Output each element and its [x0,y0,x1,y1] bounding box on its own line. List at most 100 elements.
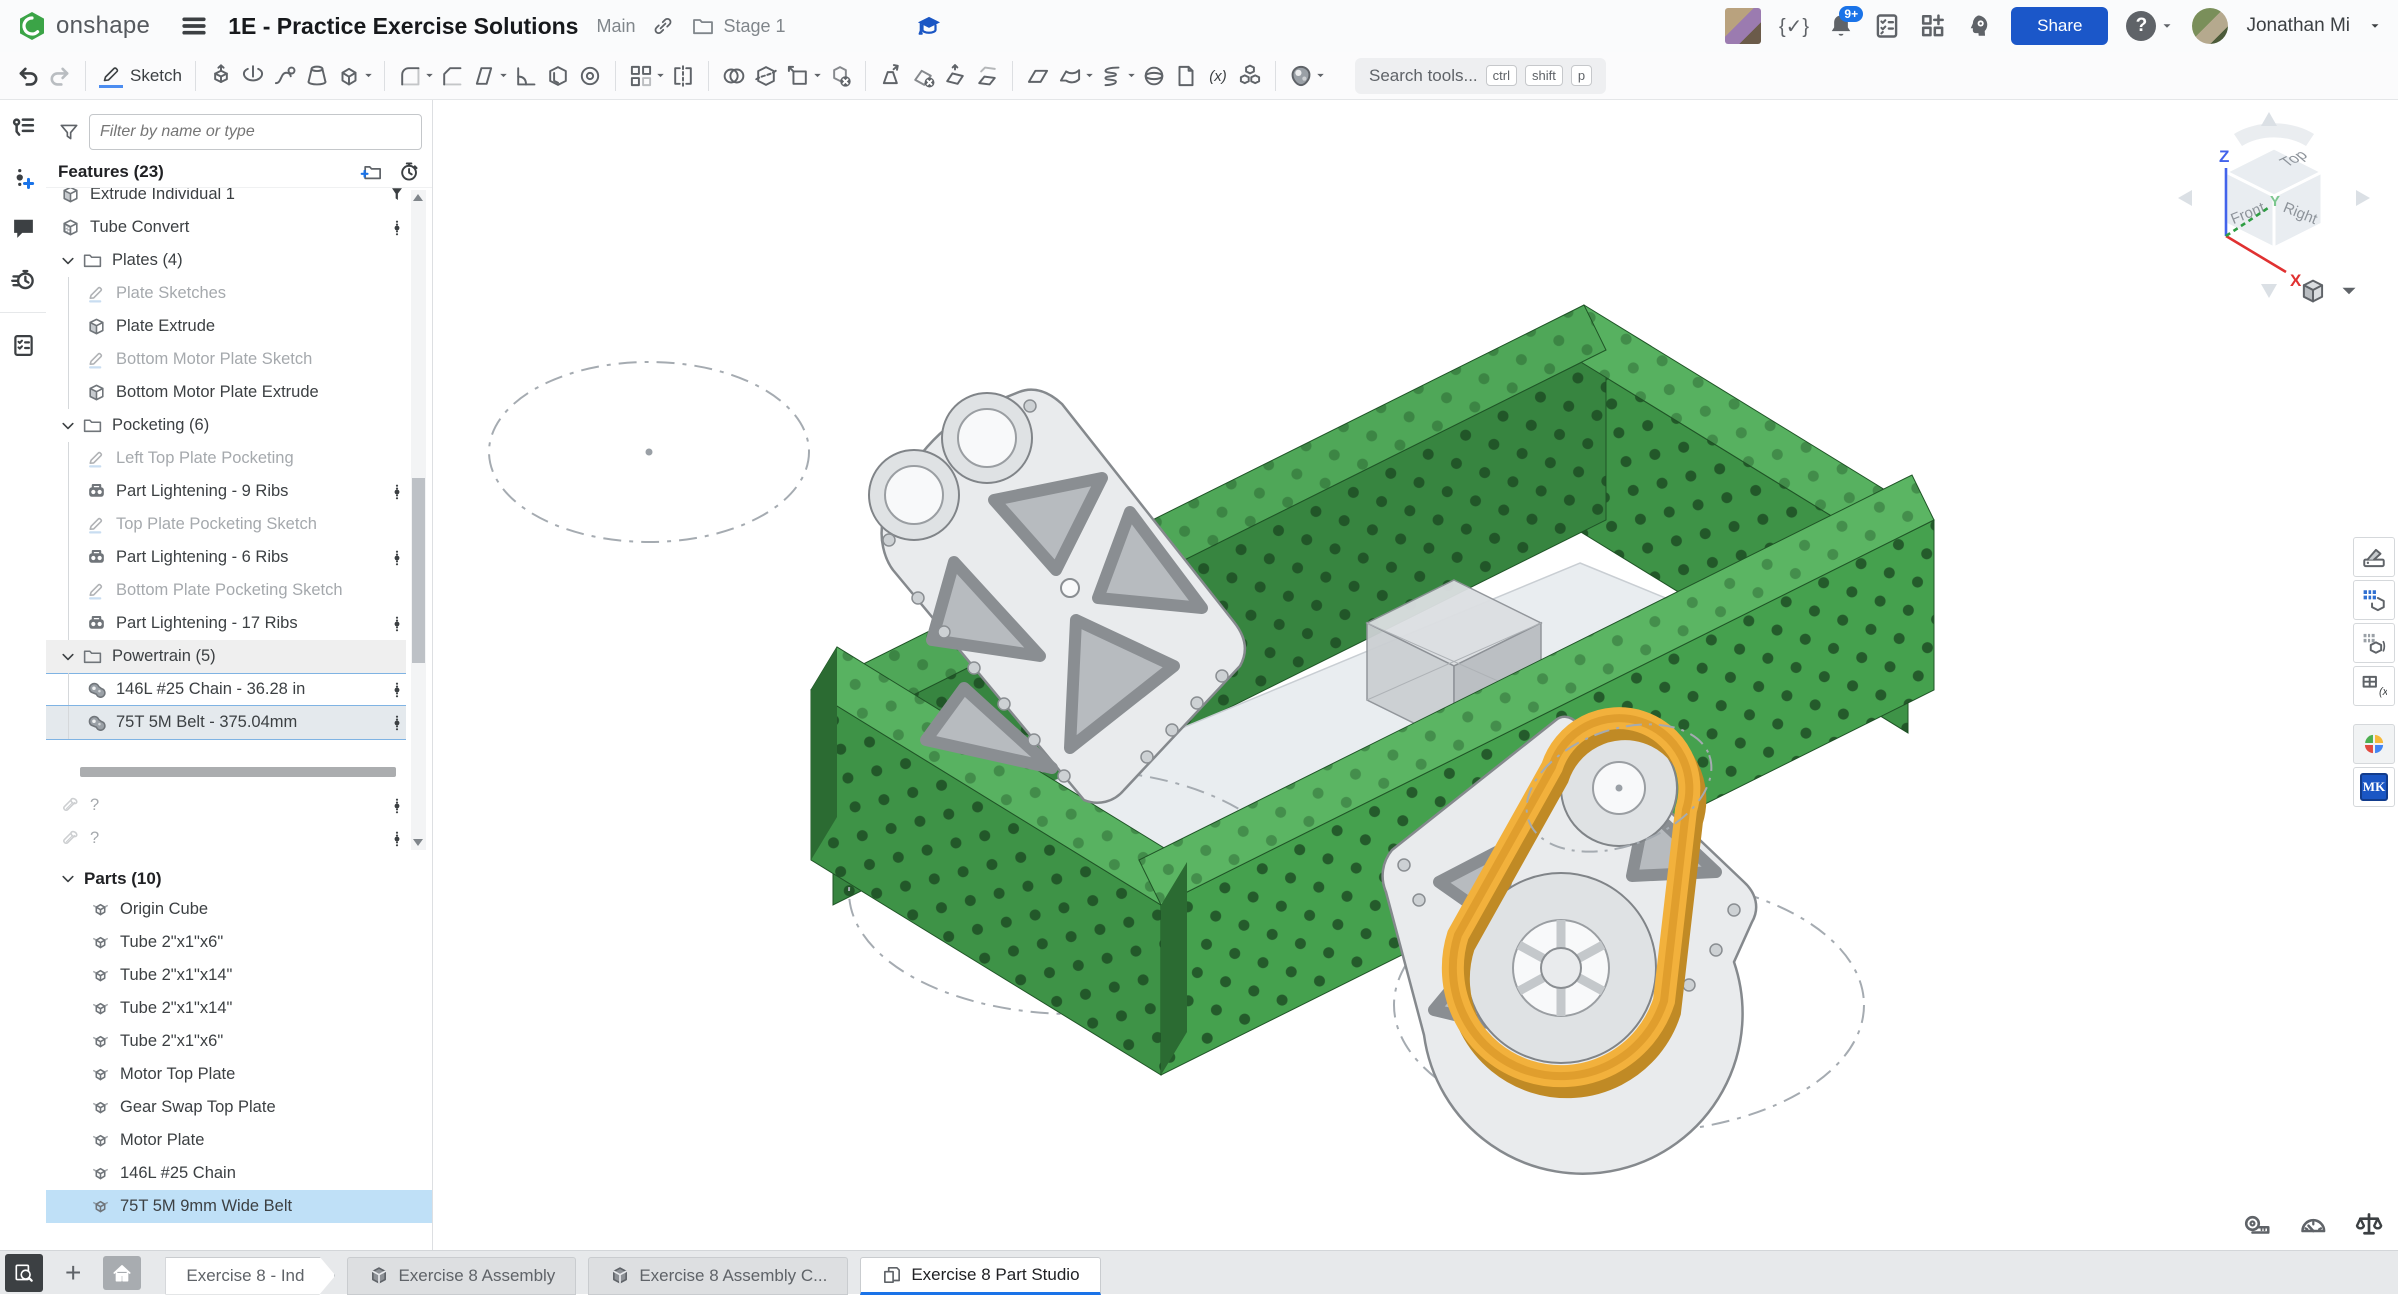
tasks-checklist-icon[interactable] [1873,12,1901,40]
chevron-down[interactable] [60,418,76,434]
rib-icon[interactable] [510,61,542,91]
rollback-bar[interactable] [80,767,396,777]
share-button[interactable]: Share [2011,7,2108,45]
feature-row[interactable]: Part Lightening - 9 Ribs [46,475,406,508]
suppress-dots-icon[interactable] [388,217,406,239]
variable-icon[interactable]: (x) [1202,61,1234,91]
fillet-icon[interactable] [394,61,426,91]
variables-table-button[interactable]: (x) [2353,666,2395,706]
delete-face-icon[interactable] [907,61,939,91]
scrollbar-thumb[interactable] [412,478,425,663]
feature-folder-row[interactable]: Pocketing (6) [46,409,406,442]
app-mk-button[interactable]: MK [2353,767,2395,807]
feature-script-check-icon[interactable]: {✓} [1779,14,1809,39]
link-icon[interactable] [651,14,675,38]
feature-folder-row[interactable]: Powertrain (5) [46,640,406,673]
feature-row[interactable]: Bottom Motor Plate Sketch [46,343,406,376]
sketch-button[interactable]: Sketch [95,64,186,88]
fillet-dropdown-icon[interactable] [423,69,436,82]
suppress-dots-icon[interactable] [388,795,406,817]
suppress-dots-icon[interactable] [388,613,406,635]
add-folder-icon[interactable] [360,160,383,183]
move-face-icon[interactable] [875,61,907,91]
chevron-down[interactable] [60,649,76,665]
collaborator-avatar[interactable] [1725,8,1761,44]
sphere-icon[interactable] [1138,61,1170,91]
main-menu-icon[interactable] [180,12,208,40]
sweep-icon[interactable] [269,61,301,91]
apps-grid-add-icon[interactable] [1919,12,1947,40]
helix-icon[interactable] [1096,61,1128,91]
version-add-icon[interactable] [11,165,36,190]
draft-icon[interactable] [468,61,500,91]
workspace-label[interactable]: Main [596,16,635,37]
help-menu[interactable]: ? [2126,11,2174,41]
redo-icon[interactable] [44,61,76,91]
user-menu-chevron-icon[interactable] [2368,19,2382,33]
appearance-icon[interactable] [1285,61,1317,91]
undo-icon[interactable] [12,61,44,91]
part-row[interactable]: Tube 2"x1"x14" [46,992,432,1025]
part-row[interactable]: 75T 5M 9mm Wide Belt [46,1190,432,1223]
feature-row[interactable]: Extrude Individual 1 [46,187,406,211]
suppress-dots-icon[interactable] [388,481,406,503]
chevron-down[interactable] [60,253,76,269]
rollback-filter-icon[interactable] [388,187,406,206]
part-row[interactable]: Motor Plate [46,1124,432,1157]
appearance-dropdown-icon[interactable] [1314,69,1327,82]
tab[interactable]: Exercise 8 Assembly [347,1257,576,1295]
part-row[interactable]: Tube 2"x1"x14" [46,959,432,992]
protractor-icon[interactable] [2298,1210,2328,1240]
extrude-icon[interactable] [205,61,237,91]
user-avatar[interactable] [2192,8,2228,44]
suppress-dots-icon[interactable] [388,679,406,701]
comment-icon[interactable] [11,216,36,241]
part-row[interactable]: 146L #25 Chain [46,1157,432,1190]
home-tab-button[interactable] [103,1256,141,1290]
appearance-panel-button[interactable] [2353,537,2395,577]
delete-part-icon[interactable] [824,61,856,91]
view-cube[interactable]: Top Front Right Z X Y [2164,106,2384,306]
configurations-button[interactable] [2353,623,2395,663]
helix-dropdown-icon[interactable] [1125,69,1138,82]
history-icon[interactable] [11,267,36,292]
3d-viewport[interactable]: Top Front Right Z X Y (x) MK [434,100,2398,1250]
feature-row[interactable]: Plate Extrude [46,310,406,343]
transform-icon[interactable] [782,61,814,91]
surface-icon[interactable] [1054,61,1086,91]
plane-icon[interactable] [1022,61,1054,91]
version-label[interactable]: Stage 1 [723,16,785,37]
part-row[interactable]: Tube 2"x1"x6" [46,1025,432,1058]
filter-input[interactable] [89,114,422,150]
search-tools-input[interactable]: Search tools... ctrl shift p [1355,58,1606,94]
thicken-dropdown-icon[interactable] [362,69,375,82]
suppress-dots-icon[interactable] [388,547,406,569]
feature-row[interactable]: ? [46,789,406,822]
feature-row[interactable]: 146L #25 Chain - 36.28 in [46,673,406,706]
boolean-icon[interactable] [718,61,750,91]
view-options-button[interactable] [2300,278,2362,304]
feature-row[interactable]: Bottom Plate Pocketing Sketch [46,574,406,607]
tape-measure-icon[interactable] [2242,1210,2272,1240]
suppress-dots-icon[interactable] [388,828,406,850]
rollback-history-icon[interactable] [397,160,420,183]
linear-pattern-dropdown-icon[interactable] [654,69,667,82]
feature-row[interactable]: Part Lightening - 6 Ribs [46,541,406,574]
tab[interactable]: Exercise 8 - Ind [165,1257,335,1295]
help-icon[interactable]: ? [2126,11,2156,41]
surface-dropdown-icon[interactable] [1083,69,1096,82]
chamfer-icon[interactable] [436,61,468,91]
draft-dropdown-icon[interactable] [497,69,510,82]
feature-row[interactable]: Part Lightening - 17 Ribs [46,607,406,640]
add-tab-button[interactable]: + [53,1259,93,1287]
feature-row[interactable]: Bottom Motor Plate Extrude [46,376,406,409]
tab[interactable]: Exercise 8 Assembly C... [588,1257,848,1295]
scroll-down-arrow[interactable] [413,839,423,846]
loft-icon[interactable] [301,61,333,91]
app-colorwheel-button[interactable] [2353,724,2395,764]
revolve-icon[interactable] [237,61,269,91]
scroll-up-arrow[interactable] [413,194,423,201]
thicken-icon[interactable] [333,61,365,91]
mirror-icon[interactable] [667,61,699,91]
part-row[interactable]: Tube 2"x1"x6" [46,926,432,959]
